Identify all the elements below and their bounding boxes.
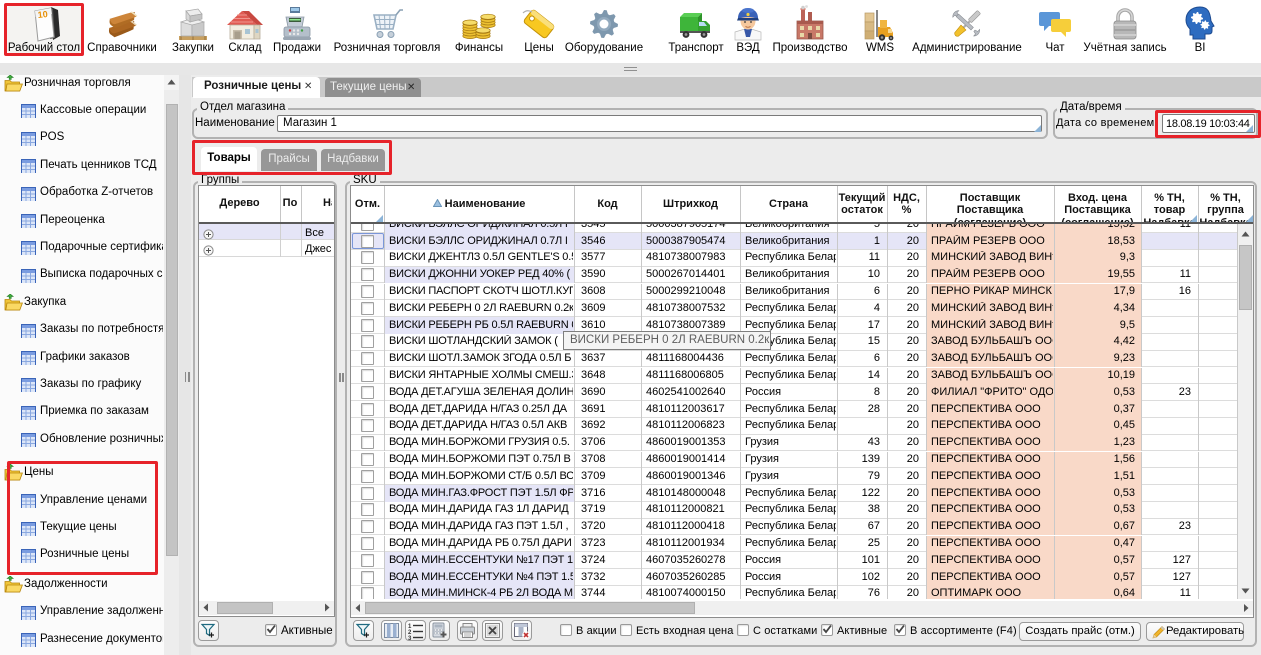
svg-text:3: 3: [408, 636, 412, 640]
